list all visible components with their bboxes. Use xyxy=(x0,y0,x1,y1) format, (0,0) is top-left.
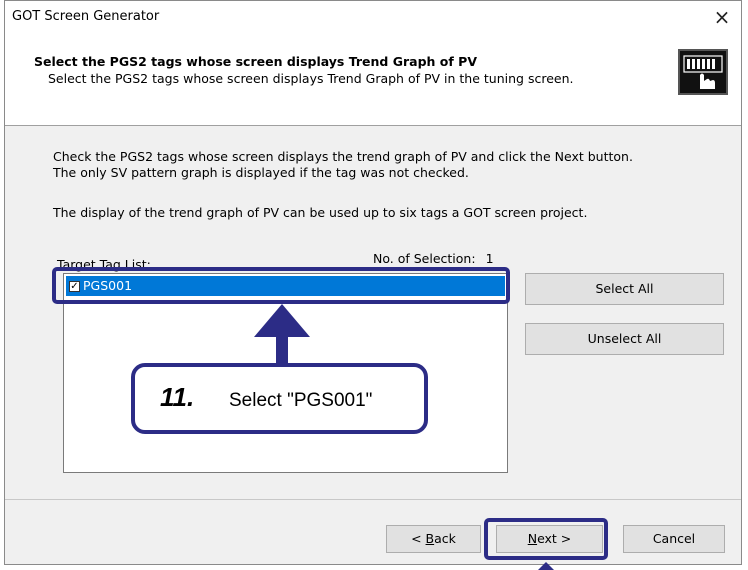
selection-count-label: No. of Selection: 1 xyxy=(373,251,494,266)
back-label-prefix: < xyxy=(411,531,426,546)
selection-count-value: 1 xyxy=(485,251,494,266)
highlight-outline-list-item xyxy=(52,267,510,304)
instruction-line-1: Check the PGS2 tags whose screen display… xyxy=(53,149,633,164)
selection-label-text: No. of Selection: xyxy=(373,251,476,266)
header-title: Select the PGS2 tags whose screen displa… xyxy=(34,54,477,69)
back-label-key: B xyxy=(425,531,435,546)
instruction-line-3: The display of the trend graph of PV can… xyxy=(53,205,588,220)
highlight-outline-next-button xyxy=(484,518,608,560)
window-title: GOT Screen Generator xyxy=(12,9,160,24)
close-icon[interactable]: × xyxy=(709,5,735,29)
wizard-header: Select the PGS2 tags whose screen displa… xyxy=(5,35,741,126)
back-button[interactable]: < Back xyxy=(386,525,481,553)
header-subtitle: Select the PGS2 tags whose screen displa… xyxy=(48,71,574,86)
instruction-line-2: The only SV pattern graph is displayed i… xyxy=(53,165,469,180)
footer-divider xyxy=(5,499,741,500)
cancel-button[interactable]: Cancel xyxy=(623,525,725,553)
title-bar: GOT Screen Generator × xyxy=(5,1,741,35)
step-number: 11. xyxy=(160,382,195,412)
select-all-button[interactable]: Select All xyxy=(525,273,724,305)
back-label-rest: ack xyxy=(434,531,456,546)
step-instruction: Select "PGS001" xyxy=(229,390,373,411)
touch-panel-hand-icon xyxy=(678,49,728,95)
unselect-all-button[interactable]: Unselect All xyxy=(525,323,724,355)
step-callout: 11. Select "PGS001" xyxy=(131,363,428,434)
